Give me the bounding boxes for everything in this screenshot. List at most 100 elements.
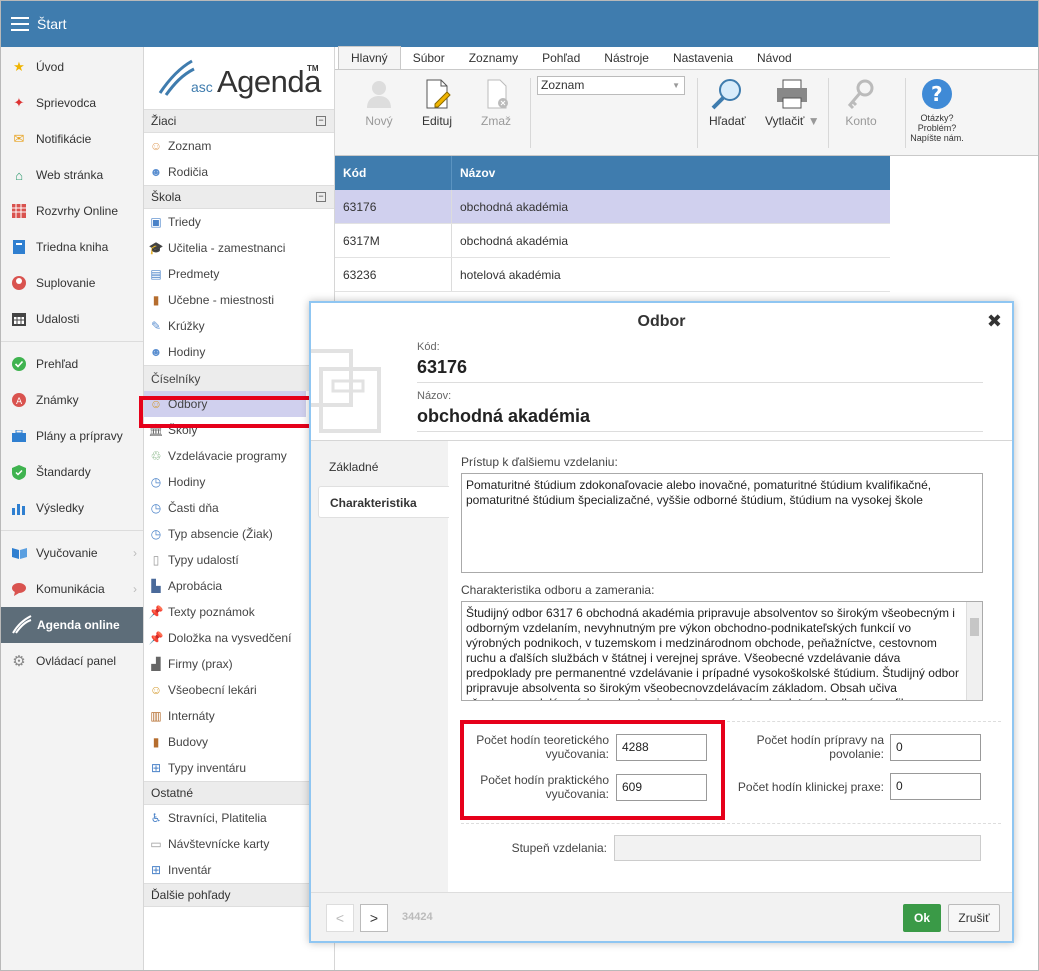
tab-charakteristika[interactable]: Charakteristika bbox=[318, 486, 449, 518]
hamburger-menu-icon[interactable] bbox=[11, 17, 29, 31]
doctor-icon: ☺ bbox=[149, 683, 163, 697]
help-button[interactable]: ? Otázky? Problém? Napíšte nám. bbox=[910, 78, 964, 143]
tree-item-lekari[interactable]: ☺ Všeobecní lekári bbox=[144, 677, 334, 703]
tab-subor[interactable]: Súbor bbox=[401, 47, 457, 69]
wand-icon: ✦ bbox=[13, 95, 25, 110]
tree-item-aprobacia[interactable]: ▙ Aprobácia bbox=[144, 573, 334, 599]
tree-item-hodiny[interactable]: ☻ Hodiny bbox=[144, 339, 334, 365]
ok-button[interactable]: Ok bbox=[903, 904, 941, 932]
kod-label: Kód: bbox=[417, 341, 440, 353]
nav-item-sprievodca[interactable]: ✦ Sprievodca bbox=[1, 85, 143, 121]
nav-item-plany-a-pripravy[interactable]: Plány a prípravy bbox=[1, 418, 143, 454]
document-icon: ▯ bbox=[152, 553, 160, 567]
top-bar-title[interactable]: Štart bbox=[37, 16, 67, 32]
table-row[interactable]: 6317M obchodná akadémia bbox=[335, 224, 890, 258]
nav-item-vysledky[interactable]: Výsledky bbox=[1, 490, 143, 526]
cancel-button[interactable]: Zrušiť bbox=[948, 904, 1000, 932]
tree-item-vzdelavacie-programy[interactable]: ♲ Vzdelávacie programy bbox=[144, 443, 334, 469]
view-select[interactable]: Zoznam ▼ bbox=[537, 76, 685, 95]
tree-item-predmety[interactable]: ▤ Predmety bbox=[144, 261, 334, 287]
charakteristika-label: Charakteristika odboru a zamerania: bbox=[461, 583, 655, 597]
nav-item-standardy[interactable]: Štandardy bbox=[1, 454, 143, 490]
tree-item-kruzky[interactable]: ✎ Krúžky bbox=[144, 313, 334, 339]
col-nazov[interactable]: Názov bbox=[452, 166, 495, 180]
tab-pohlad[interactable]: Pohľad bbox=[530, 47, 592, 69]
shield-check-icon bbox=[11, 464, 27, 480]
tab-zakladne[interactable]: Základné bbox=[318, 451, 449, 483]
tree-item-typy-udalosti[interactable]: ▯ Typy udalostí bbox=[144, 547, 334, 573]
highlight-hours-fields bbox=[460, 720, 725, 820]
tree-item-triedy[interactable]: ▣ Triedy bbox=[144, 209, 334, 235]
next-record-button[interactable]: > bbox=[360, 904, 388, 932]
table-row[interactable]: 63236 hotelová akadémia bbox=[335, 258, 890, 292]
tree-item-casti-dna[interactable]: ◷ Časti dňa bbox=[144, 495, 334, 521]
prev-record-button[interactable]: < bbox=[326, 904, 354, 932]
tree-item-firmy[interactable]: ▟ Firmy (prax) bbox=[144, 651, 334, 677]
tree-section-ziaci[interactable]: Žiaci − bbox=[144, 109, 334, 133]
tree-item-inventar[interactable]: ⊞ Inventár bbox=[144, 857, 334, 883]
tree-item-typy-inventaru[interactable]: ⊞ Typy inventáru bbox=[144, 755, 334, 781]
pristup-textarea[interactable]: Pomaturitné štúdium zdokonaľovacie alebo… bbox=[461, 473, 983, 573]
table-row[interactable]: 63176 obchodná akadémia bbox=[335, 190, 890, 224]
account-button[interactable]: Konto bbox=[845, 78, 877, 128]
nav-item-web-stranka[interactable]: ⌂ Web stránka bbox=[1, 157, 143, 193]
tree-item-internaty[interactable]: ▥ Internáty bbox=[144, 703, 334, 729]
nav-item-vyucovanie[interactable]: Vyučovanie › bbox=[1, 535, 143, 571]
factory-icon: ▟ bbox=[151, 657, 161, 671]
priprava-hodiny-input[interactable]: 0 bbox=[890, 734, 981, 761]
left-navigation: ★ Úvod ✦ Sprievodca ✉ Notifikácie ⌂ Web strá… bbox=[1, 47, 144, 970]
nav-item-ovladaci-panel[interactable]: ⚙ Ovládací panel bbox=[1, 643, 143, 679]
tree-item-typ-absencie[interactable]: ◷ Typ absencie (Žiak) bbox=[144, 521, 334, 547]
collapse-icon[interactable]: − bbox=[316, 192, 326, 202]
charakteristika-textarea[interactable]: Študijný odbor 6317 6 obchodná akadémia … bbox=[461, 601, 983, 701]
tree-item-stravnici[interactable]: ♿ Stravníci, Platitelia bbox=[144, 805, 334, 831]
tree-item-rodicia[interactable]: ☻ Rodičia bbox=[144, 159, 334, 185]
chevron-down-icon: ▼ bbox=[672, 81, 680, 90]
tab-nastavenia[interactable]: Nastavenia bbox=[661, 47, 745, 69]
highlight-odbory bbox=[139, 396, 313, 428]
nav-item-udalosti[interactable]: Udalosti bbox=[1, 301, 143, 337]
tree-item-zoznam[interactable]: ☺ Zoznam bbox=[144, 133, 334, 159]
student-icon: ☺ bbox=[149, 139, 163, 153]
tree-section-ostatne[interactable]: Ostatné bbox=[144, 781, 334, 805]
delete-button[interactable]: Zmaž bbox=[480, 78, 512, 128]
tree-section-dalsie-pohlady[interactable]: Ďalšie pohľady bbox=[144, 883, 334, 907]
asc-agenda-logo: asc Agenda TM bbox=[144, 47, 334, 109]
col-kod[interactable]: Kód bbox=[335, 156, 452, 190]
tab-nastroje[interactable]: Nástroje bbox=[592, 47, 661, 69]
tree-item-navstevnicke-karty[interactable]: ▭ Návštevnícke karty bbox=[144, 831, 334, 857]
diner-icon: ♿ bbox=[150, 811, 162, 825]
close-icon[interactable]: ✖ bbox=[987, 311, 1002, 332]
tree-item-texty-poznamok[interactable]: 📌 Texty poznámok bbox=[144, 599, 334, 625]
graduation-cap-icon: 🎓 bbox=[148, 241, 164, 255]
tree-section-ciselniky: Číselníky bbox=[144, 365, 334, 391]
new-button[interactable]: Nový bbox=[363, 78, 395, 128]
edit-button[interactable]: Edituj bbox=[421, 78, 453, 128]
tree-item-ucebne[interactable]: ▮ Učebne - miestnosti bbox=[144, 287, 334, 313]
magnifier-icon bbox=[711, 79, 742, 110]
tree-item-budovy[interactable]: ▮ Budovy bbox=[144, 729, 334, 755]
tree-section-skola[interactable]: Škola − bbox=[144, 185, 334, 209]
nav-item-znamky[interactable]: A Známky bbox=[1, 382, 143, 418]
klinicka-prax-label: Počet hodín klinickej praxe: bbox=[737, 780, 884, 794]
nav-item-rozvrhy-online[interactable]: Rozvrhy Online bbox=[1, 193, 143, 229]
nav-item-triedna-kniha[interactable]: Triedna kniha bbox=[1, 229, 143, 265]
print-button[interactable]: Vytlačiť ▼ bbox=[765, 78, 820, 128]
search-button[interactable]: Hľadať bbox=[709, 78, 746, 128]
klinicka-prax-input[interactable]: 0 bbox=[890, 773, 981, 800]
tab-navod[interactable]: Návod bbox=[745, 47, 804, 69]
nav-item-notifikacie[interactable]: ✉ Notifikácie bbox=[1, 121, 143, 157]
nav-item-agenda-online[interactable]: Agenda online bbox=[1, 607, 143, 643]
textarea-scrollbar[interactable] bbox=[966, 602, 982, 700]
tree-item-dolozka[interactable]: 📌 Doložka na vysvedčení bbox=[144, 625, 334, 651]
stupen-vzdelania-input[interactable] bbox=[614, 835, 981, 861]
nav-item-komunikacia[interactable]: Komunikácia › bbox=[1, 571, 143, 607]
tree-item-ucitelia[interactable]: 🎓 Učitelia - zamestnanci bbox=[144, 235, 334, 261]
tab-hlavny[interactable]: Hlavný bbox=[338, 46, 401, 69]
nav-item-uvod[interactable]: ★ Úvod bbox=[1, 49, 143, 85]
tab-zoznamy[interactable]: Zoznamy bbox=[457, 47, 530, 69]
nav-item-prehlad[interactable]: Prehľad bbox=[1, 346, 143, 382]
tree-item-ciselnik-hodiny[interactable]: ◷ Hodiny bbox=[144, 469, 334, 495]
nav-item-suplovanie[interactable]: Suplovanie bbox=[1, 265, 143, 301]
collapse-icon[interactable]: − bbox=[316, 116, 326, 126]
